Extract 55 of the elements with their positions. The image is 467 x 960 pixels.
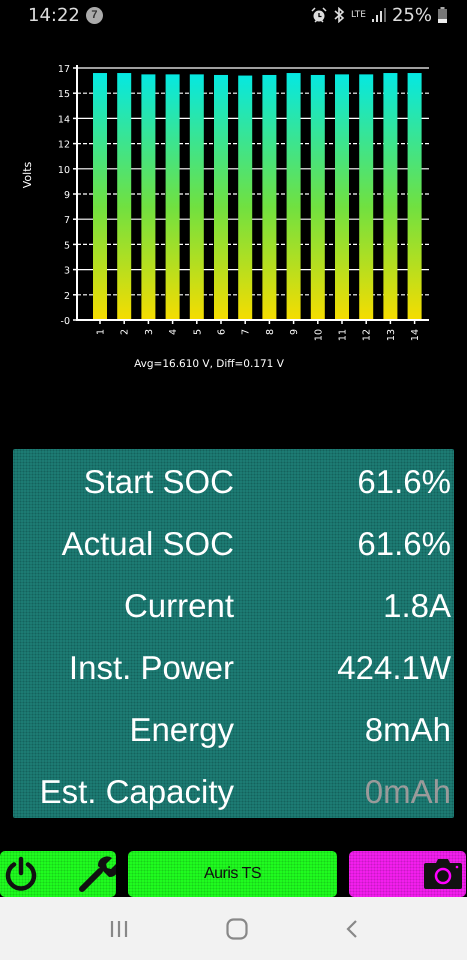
stat-label: Start SOC [82,462,234,502]
axis-tick-label: 7 [240,329,252,336]
axis-tick-label: 12 [58,140,70,151]
stat-label: Energy [128,710,234,750]
axis-tick-label: 8 [264,329,276,336]
camera-button[interactable] [349,851,466,897]
bluetooth-icon [333,7,346,23]
chart-caption: Avg=16.610 V, Diff=0.171 V [134,358,284,370]
stat-label: Actual SOC [60,524,234,564]
camera-icon [424,859,462,889]
axis-tick-label: 14 [410,329,422,342]
axis-tick-label: 11 [338,329,348,342]
stat-value: 8mAh [364,710,451,750]
axis-tick-label: 5 [64,240,70,252]
network-type: LTE [351,10,366,20]
axis-tick-label: 10 [58,164,70,176]
axis-tick-label: 2 [64,290,70,302]
battery-percent: 25% [392,4,432,26]
stat-value: 1.8A [382,586,451,626]
axis-tick-label: 9 [64,190,70,201]
axis-tick-label: 3 [144,329,155,336]
axis-tick-label: 4 [168,329,180,336]
stat-label: Inst. Power [68,648,234,688]
axis-tick-label: 15 [58,89,70,100]
axis-tick-label: 1 [96,329,106,336]
axis-tick-label: 9 [289,329,300,336]
stat-value: 424.1W [336,648,451,688]
stat-label: Current [122,586,234,626]
axis-tick-label: 3 [64,266,70,277]
axis-tick-label: 2 [120,329,131,336]
back-icon[interactable] [346,918,358,938]
axis-tick-label: 6 [216,329,228,336]
axis-tick-label: 17 [58,64,70,75]
axis-title: Volts [21,162,34,188]
stat-label: Est. Capacity [38,772,234,812]
power-icon[interactable] [4,856,38,892]
axis-tick-label: 7 [64,215,70,226]
axis-tick-label: 14 [58,114,70,126]
title-button[interactable]: Auris TS [128,851,337,897]
alarm-icon [311,7,328,23]
clock-time: 14:22 [28,4,80,26]
wrench-icon[interactable] [76,854,116,894]
axis-tick-label: -0 [60,316,70,327]
home-icon[interactable] [226,918,248,940]
stat-value: 61.6% [356,524,451,564]
recent-apps-icon[interactable] [108,920,129,938]
axis-tick-label: 10 [313,329,324,342]
stat-value: 0mAh [364,772,451,812]
axis-tick-label: 13 [386,329,397,342]
axis-tick-label: 12 [362,329,373,342]
notification-badge: 7 [86,6,103,24]
axis-tick-label: 5 [192,329,204,336]
stat-value: 61.6% [356,462,451,502]
battery-icon [438,7,447,23]
signal-icon [372,8,386,22]
